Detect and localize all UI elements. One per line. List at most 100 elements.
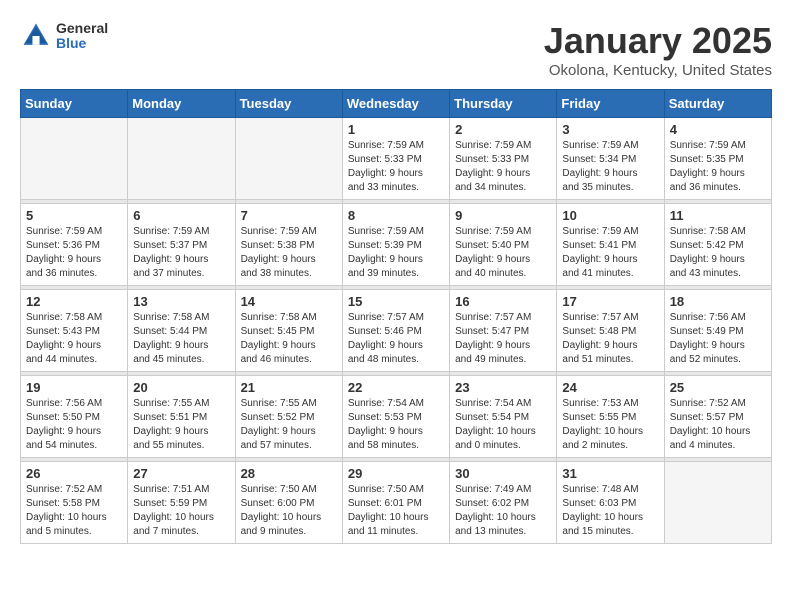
day-info: Sunrise: 7:59 AM Sunset: 5:35 PM Dayligh… (670, 139, 766, 195)
day-number: 23 (455, 380, 551, 395)
day-info: Sunrise: 7:59 AM Sunset: 5:38 PM Dayligh… (241, 225, 337, 281)
week-row: 5 Sunrise: 7:59 AM Sunset: 5:36 PM Daylig… (21, 204, 772, 286)
day-number: 30 (455, 466, 551, 481)
logo-icon (20, 20, 52, 52)
day-info: Sunrise: 7:50 AM Sunset: 6:01 PM Dayligh… (348, 483, 444, 539)
day-cell: 5 Sunrise: 7:59 AM Sunset: 5:36 PM Daylig… (21, 204, 128, 286)
day-cell: 15Sunrise: 7:57 AM Sunset: 5:46 PM Dayli… (342, 290, 449, 372)
header-cell: Friday (557, 90, 664, 118)
day-cell: 20 Sunrise: 7:55 AM Sunset: 5:51 PM Dayli… (128, 376, 235, 458)
calendar-subtitle: Okolona, Kentucky, United States (544, 62, 772, 79)
day-cell: 2 Sunrise: 7:59 AM Sunset: 5:33 PM Daylig… (450, 118, 557, 200)
day-info: Sunrise: 7:59 AM Sunset: 5:37 PM Dayligh… (133, 225, 229, 281)
day-number: 25 (670, 380, 766, 395)
day-number: 15 (348, 294, 444, 309)
day-cell: 23 Sunrise: 7:54 AM Sunset: 5:54 PM Dayli… (450, 376, 557, 458)
day-number: 16 (455, 294, 551, 309)
day-cell: 29Sunrise: 7:50 AM Sunset: 6:01 PM Dayli… (342, 462, 449, 544)
day-cell: 6 Sunrise: 7:59 AM Sunset: 5:37 PM Daylig… (128, 204, 235, 286)
day-cell: 26Sunrise: 7:52 AM Sunset: 5:58 PM Dayli… (21, 462, 128, 544)
day-info: Sunrise: 7:48 AM Sunset: 6:03 PM Dayligh… (562, 483, 658, 539)
header-cell: Sunday (21, 90, 128, 118)
day-info: Sunrise: 7:59 AM Sunset: 5:36 PM Dayligh… (26, 225, 122, 281)
header-cell: Tuesday (235, 90, 342, 118)
day-number: 26 (26, 466, 122, 481)
week-row: 1 Sunrise: 7:59 AM Sunset: 5:33 PM Daylig… (21, 118, 772, 200)
day-cell: 8Sunrise: 7:59 AM Sunset: 5:39 PM Daylig… (342, 204, 449, 286)
day-number: 20 (133, 380, 229, 395)
day-number: 3 (562, 122, 658, 137)
day-info: Sunrise: 7:54 AM Sunset: 5:54 PM Dayligh… (455, 397, 551, 453)
logo-text: General Blue (56, 21, 108, 52)
day-info: Sunrise: 7:58 AM Sunset: 5:43 PM Dayligh… (26, 311, 122, 367)
day-cell: 22 Sunrise: 7:54 AM Sunset: 5:53 PM Dayli… (342, 376, 449, 458)
day-cell: 9 Sunrise: 7:59 AM Sunset: 5:40 PM Daylig… (450, 204, 557, 286)
day-number: 22 (348, 380, 444, 395)
day-info: Sunrise: 7:53 AM Sunset: 5:55 PM Dayligh… (562, 397, 658, 453)
day-info: Sunrise: 7:50 AM Sunset: 6:00 PM Dayligh… (241, 483, 337, 539)
day-number: 13 (133, 294, 229, 309)
day-cell: 4Sunrise: 7:59 AM Sunset: 5:35 PM Daylig… (664, 118, 771, 200)
day-cell: 14 Sunrise: 7:58 AM Sunset: 5:45 PM Dayli… (235, 290, 342, 372)
day-cell: 7 Sunrise: 7:59 AM Sunset: 5:38 PM Daylig… (235, 204, 342, 286)
day-info: Sunrise: 7:59 AM Sunset: 5:39 PM Dayligh… (348, 225, 444, 281)
day-number: 5 (26, 208, 122, 223)
day-number: 14 (241, 294, 337, 309)
day-cell (664, 462, 771, 544)
day-cell: 31Sunrise: 7:48 AM Sunset: 6:03 PM Dayli… (557, 462, 664, 544)
day-cell: 17 Sunrise: 7:57 AM Sunset: 5:48 PM Dayli… (557, 290, 664, 372)
day-number: 1 (348, 122, 444, 137)
day-info: Sunrise: 7:59 AM Sunset: 5:41 PM Dayligh… (562, 225, 658, 281)
day-number: 9 (455, 208, 551, 223)
day-number: 17 (562, 294, 658, 309)
day-info: Sunrise: 7:59 AM Sunset: 5:40 PM Dayligh… (455, 225, 551, 281)
day-info: Sunrise: 7:59 AM Sunset: 5:33 PM Dayligh… (455, 139, 551, 195)
day-cell: 24 Sunrise: 7:53 AM Sunset: 5:55 PM Dayli… (557, 376, 664, 458)
day-cell (128, 118, 235, 200)
day-info: Sunrise: 7:57 AM Sunset: 5:47 PM Dayligh… (455, 311, 551, 367)
day-number: 7 (241, 208, 337, 223)
day-cell: 21 Sunrise: 7:55 AM Sunset: 5:52 PM Dayli… (235, 376, 342, 458)
day-cell: 13 Sunrise: 7:58 AM Sunset: 5:44 PM Dayli… (128, 290, 235, 372)
day-number: 6 (133, 208, 229, 223)
day-cell: 30 Sunrise: 7:49 AM Sunset: 6:02 PM Dayli… (450, 462, 557, 544)
day-cell: 16 Sunrise: 7:57 AM Sunset: 5:47 PM Dayli… (450, 290, 557, 372)
calendar-table: SundayMondayTuesdayWednesdayThursdayFrid… (20, 89, 772, 544)
page-header: General Blue January 2025 Okolona, Kentu… (20, 20, 772, 79)
day-cell: 19 Sunrise: 7:56 AM Sunset: 5:50 PM Dayli… (21, 376, 128, 458)
day-info: Sunrise: 7:51 AM Sunset: 5:59 PM Dayligh… (133, 483, 229, 539)
day-info: Sunrise: 7:59 AM Sunset: 5:34 PM Dayligh… (562, 139, 658, 195)
day-cell: 18 Sunrise: 7:56 AM Sunset: 5:49 PM Dayli… (664, 290, 771, 372)
day-cell (21, 118, 128, 200)
week-row: 19 Sunrise: 7:56 AM Sunset: 5:50 PM Dayli… (21, 376, 772, 458)
day-cell: 1 Sunrise: 7:59 AM Sunset: 5:33 PM Daylig… (342, 118, 449, 200)
day-number: 18 (670, 294, 766, 309)
day-info: Sunrise: 7:56 AM Sunset: 5:50 PM Dayligh… (26, 397, 122, 453)
header-cell: Saturday (664, 90, 771, 118)
calendar-title: January 2025 (544, 20, 772, 62)
day-number: 12 (26, 294, 122, 309)
day-info: Sunrise: 7:56 AM Sunset: 5:49 PM Dayligh… (670, 311, 766, 367)
day-info: Sunrise: 7:57 AM Sunset: 5:48 PM Dayligh… (562, 311, 658, 367)
day-info: Sunrise: 7:58 AM Sunset: 5:45 PM Dayligh… (241, 311, 337, 367)
day-info: Sunrise: 7:59 AM Sunset: 5:33 PM Dayligh… (348, 139, 444, 195)
day-info: Sunrise: 7:58 AM Sunset: 5:44 PM Dayligh… (133, 311, 229, 367)
logo: General Blue (20, 20, 108, 52)
day-info: Sunrise: 7:55 AM Sunset: 5:51 PM Dayligh… (133, 397, 229, 453)
day-number: 27 (133, 466, 229, 481)
day-number: 21 (241, 380, 337, 395)
day-cell: 3 Sunrise: 7:59 AM Sunset: 5:34 PM Daylig… (557, 118, 664, 200)
day-info: Sunrise: 7:49 AM Sunset: 6:02 PM Dayligh… (455, 483, 551, 539)
day-number: 2 (455, 122, 551, 137)
header-cell: Monday (128, 90, 235, 118)
header-cell: Thursday (450, 90, 557, 118)
day-info: Sunrise: 7:54 AM Sunset: 5:53 PM Dayligh… (348, 397, 444, 453)
day-cell: 12 Sunrise: 7:58 AM Sunset: 5:43 PM Dayli… (21, 290, 128, 372)
header-cell: Wednesday (342, 90, 449, 118)
title-section: January 2025 Okolona, Kentucky, United S… (544, 20, 772, 79)
day-info: Sunrise: 7:52 AM Sunset: 5:57 PM Dayligh… (670, 397, 766, 453)
day-number: 24 (562, 380, 658, 395)
day-info: Sunrise: 7:55 AM Sunset: 5:52 PM Dayligh… (241, 397, 337, 453)
day-number: 11 (670, 208, 766, 223)
day-number: 19 (26, 380, 122, 395)
